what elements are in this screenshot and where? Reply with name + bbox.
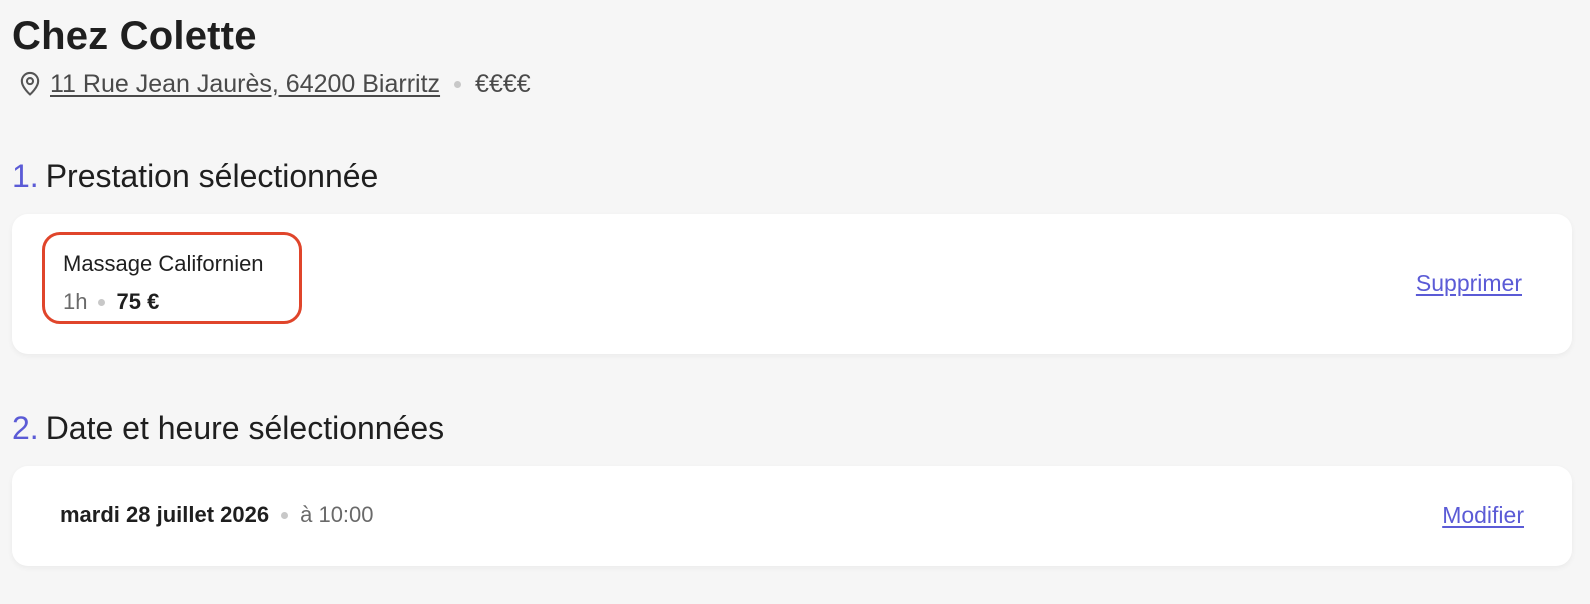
section-title-text: Date et heure sélectionnées [45,410,445,446]
service-name: Massage Californien [63,251,264,276]
salon-name: Chez Colette [12,14,257,58]
separator-dot [281,511,289,519]
selected-service[interactable]: Massage Californien 1h 75 € [42,232,302,324]
selected-time: à 10:00 [300,502,374,527]
remove-service-link[interactable]: Supprimer [1416,270,1522,297]
service-meta: 1h 75 € [63,289,159,315]
service-price: 75 € [116,289,160,314]
selected-date: mardi 28 juillet 2026 [60,502,270,527]
section-title-text: Prestation sélectionnée [45,158,379,194]
section-datetime-title: 2. Date et heure sélectionnées [12,408,444,448]
map-pin-icon [16,70,44,98]
section-service-title: 1. Prestation sélectionnée [12,156,378,196]
salon-address-row: 11 Rue Jean Jaurès, 64200 Biarritz €€€€ [16,66,531,102]
modify-datetime-link[interactable]: Modifier [1442,502,1524,529]
salon-address-link[interactable]: 11 Rue Jean Jaurès, 64200 Biarritz [50,70,440,99]
service-duration: 1h [63,289,88,314]
selected-service-card: Massage Californien 1h 75 € Supprimer [12,214,1572,354]
selected-datetime-card: mardi 28 juillet 2026 à 10:00 Modifier [12,466,1572,566]
price-level: €€€€ [475,69,531,98]
section-number: 1. [12,158,39,194]
separator-dot [454,80,462,88]
selected-datetime: mardi 28 juillet 2026 à 10:00 [60,502,374,528]
section-number: 2. [12,410,39,446]
separator-dot [98,298,106,306]
